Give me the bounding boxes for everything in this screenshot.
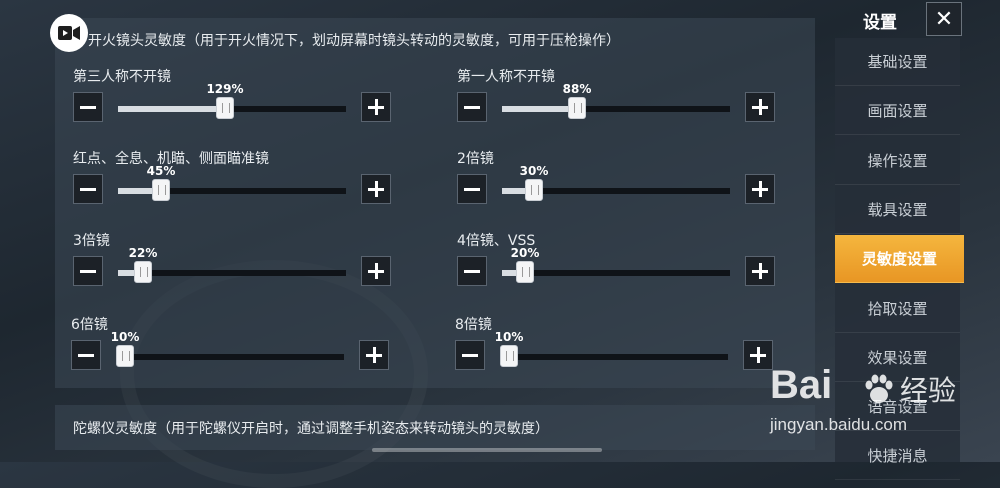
- close-button[interactable]: ✕: [926, 2, 962, 36]
- slider-label: 第一人称不开镜: [457, 69, 555, 85]
- slider-thumb[interactable]: [525, 179, 543, 201]
- slider-label: 6倍镜: [71, 317, 108, 333]
- minus-icon: [80, 269, 96, 273]
- slider-value: 45%: [146, 164, 176, 178]
- plus-icon-vertical: [758, 263, 762, 279]
- sidebar-item-label: 效果设置: [867, 348, 928, 367]
- slider-thumb[interactable]: [116, 345, 134, 367]
- slider-thumb[interactable]: [516, 261, 534, 283]
- plus-icon-vertical: [756, 347, 760, 363]
- sidebar-item-label: 基础设置: [867, 53, 928, 71]
- decrease-button[interactable]: [73, 92, 103, 122]
- sidebar-item-7[interactable]: 语音设置: [835, 383, 960, 432]
- minus-icon: [80, 187, 96, 191]
- increase-button[interactable]: [361, 92, 391, 122]
- minus-icon: [464, 269, 480, 273]
- sidebar-item-6[interactable]: 效果设置: [835, 334, 960, 382]
- sidebar-item-5[interactable]: 拾取设置: [835, 285, 960, 333]
- sensitivity-slider[interactable]: [502, 97, 730, 119]
- slider-value: 10%: [110, 330, 140, 344]
- plus-icon-vertical: [374, 99, 378, 115]
- slider-value: 30%: [519, 164, 549, 178]
- fire-sensitivity-title: 开火镜头灵敏度（用于开火情况下，划动屏幕时镜头转动的灵敏度，可用于压枪操作）: [88, 33, 620, 49]
- slider-label: 2倍镜: [457, 151, 494, 167]
- sensitivity-slider-item: 第三人称不开镜 129%: [73, 66, 393, 136]
- slider-thumb[interactable]: [500, 345, 518, 367]
- increase-button[interactable]: [745, 256, 775, 286]
- slider-thumb[interactable]: [216, 97, 234, 119]
- minus-icon: [464, 187, 480, 191]
- minus-icon: [464, 105, 480, 109]
- sensitivity-slider[interactable]: [118, 261, 346, 283]
- slider-thumb[interactable]: [152, 179, 170, 201]
- sidebar-item-4[interactable]: 灵敏度设置: [835, 235, 964, 284]
- slider-value: 22%: [128, 246, 158, 260]
- sidebar-item-label: 语音设置: [867, 398, 928, 417]
- settings-title: 设置: [863, 13, 897, 33]
- sensitivity-slider-item: 第一人称不开镜 88%: [457, 66, 777, 136]
- sidebar-item-1[interactable]: 画面设置: [835, 87, 960, 136]
- video-camera-glyph: [58, 26, 80, 40]
- increase-button[interactable]: [359, 340, 389, 370]
- slider-label: 3倍镜: [73, 233, 110, 249]
- sidebar-item-3[interactable]: 载具设置: [835, 186, 960, 234]
- plus-icon-vertical: [374, 181, 378, 197]
- slider-label: 8倍镜: [455, 317, 492, 333]
- slider-fill: [502, 106, 577, 112]
- sensitivity-slider[interactable]: [118, 97, 346, 119]
- decrease-button[interactable]: [457, 92, 487, 122]
- sensitivity-slider-item: 红点、全息、机瞄、侧面瞄准镜 45%: [73, 148, 393, 218]
- sensitivity-slider[interactable]: [502, 261, 730, 283]
- sensitivity-slider-item: 2倍镜 30%: [457, 148, 777, 218]
- increase-button[interactable]: [361, 256, 391, 286]
- slider-label: 第三人称不开镜: [73, 69, 171, 85]
- sidebar-item-label: 灵敏度设置: [861, 250, 937, 269]
- plus-icon-vertical: [758, 99, 762, 115]
- slider-value: 88%: [562, 82, 592, 96]
- plus-icon-vertical: [758, 181, 762, 197]
- slider-thumb[interactable]: [134, 261, 152, 283]
- sidebar-item-8[interactable]: 快捷消息: [835, 432, 960, 481]
- sidebar-item-label: 画面设置: [867, 102, 928, 121]
- home-indicator[interactable]: [372, 448, 602, 452]
- gyro-sensitivity-title: 陀螺仪灵敏度（用于陀螺仪开启时，通过调整手机姿态来转动镜头的灵敏度）: [73, 421, 549, 437]
- sidebar-item-label: 拾取设置: [867, 299, 928, 318]
- sidebar-item-label: 操作设置: [867, 151, 928, 170]
- decrease-button[interactable]: [457, 174, 487, 204]
- decrease-button[interactable]: [73, 256, 103, 286]
- slider-value: 10%: [494, 330, 524, 344]
- close-icon: ✕: [934, 6, 954, 32]
- increase-button[interactable]: [361, 174, 391, 204]
- increase-button[interactable]: [745, 92, 775, 122]
- decrease-button[interactable]: [455, 340, 485, 370]
- sidebar-item-label: 快捷消息: [867, 447, 928, 466]
- sensitivity-slider[interactable]: [500, 345, 728, 367]
- sensitivity-slider[interactable]: [502, 179, 730, 201]
- minus-icon: [462, 353, 478, 357]
- sensitivity-slider-item: 8倍镜 10%: [455, 314, 775, 384]
- increase-button[interactable]: [745, 174, 775, 204]
- video-camera-icon[interactable]: [50, 14, 88, 52]
- slider-thumb[interactable]: [568, 97, 586, 119]
- sidebar-item-2[interactable]: 操作设置: [835, 137, 960, 185]
- settings-sidebar: 基础设置画面设置操作设置载具设置灵敏度设置拾取设置效果设置语音设置快捷消息: [835, 38, 964, 481]
- sidebar-item-label: 载具设置: [867, 200, 928, 219]
- plus-icon-vertical: [372, 347, 376, 363]
- minus-icon: [78, 353, 94, 357]
- sensitivity-slider-item: 4倍镜、VSS 20%: [457, 230, 777, 300]
- sidebar-item-0[interactable]: 基础设置: [835, 38, 960, 86]
- decrease-button[interactable]: [71, 340, 101, 370]
- sensitivity-slider[interactable]: [116, 345, 344, 367]
- sensitivity-slider-item: 6倍镜 10%: [71, 314, 391, 384]
- sensitivity-slider[interactable]: [118, 179, 346, 201]
- slider-value: 20%: [510, 246, 540, 260]
- slider-fill: [118, 106, 225, 112]
- minus-icon: [80, 105, 96, 109]
- slider-value: 129%: [206, 82, 244, 96]
- decrease-button[interactable]: [457, 256, 487, 286]
- plus-icon-vertical: [374, 263, 378, 279]
- increase-button[interactable]: [743, 340, 773, 370]
- decrease-button[interactable]: [73, 174, 103, 204]
- sensitivity-slider-item: 3倍镜 22%: [73, 230, 393, 300]
